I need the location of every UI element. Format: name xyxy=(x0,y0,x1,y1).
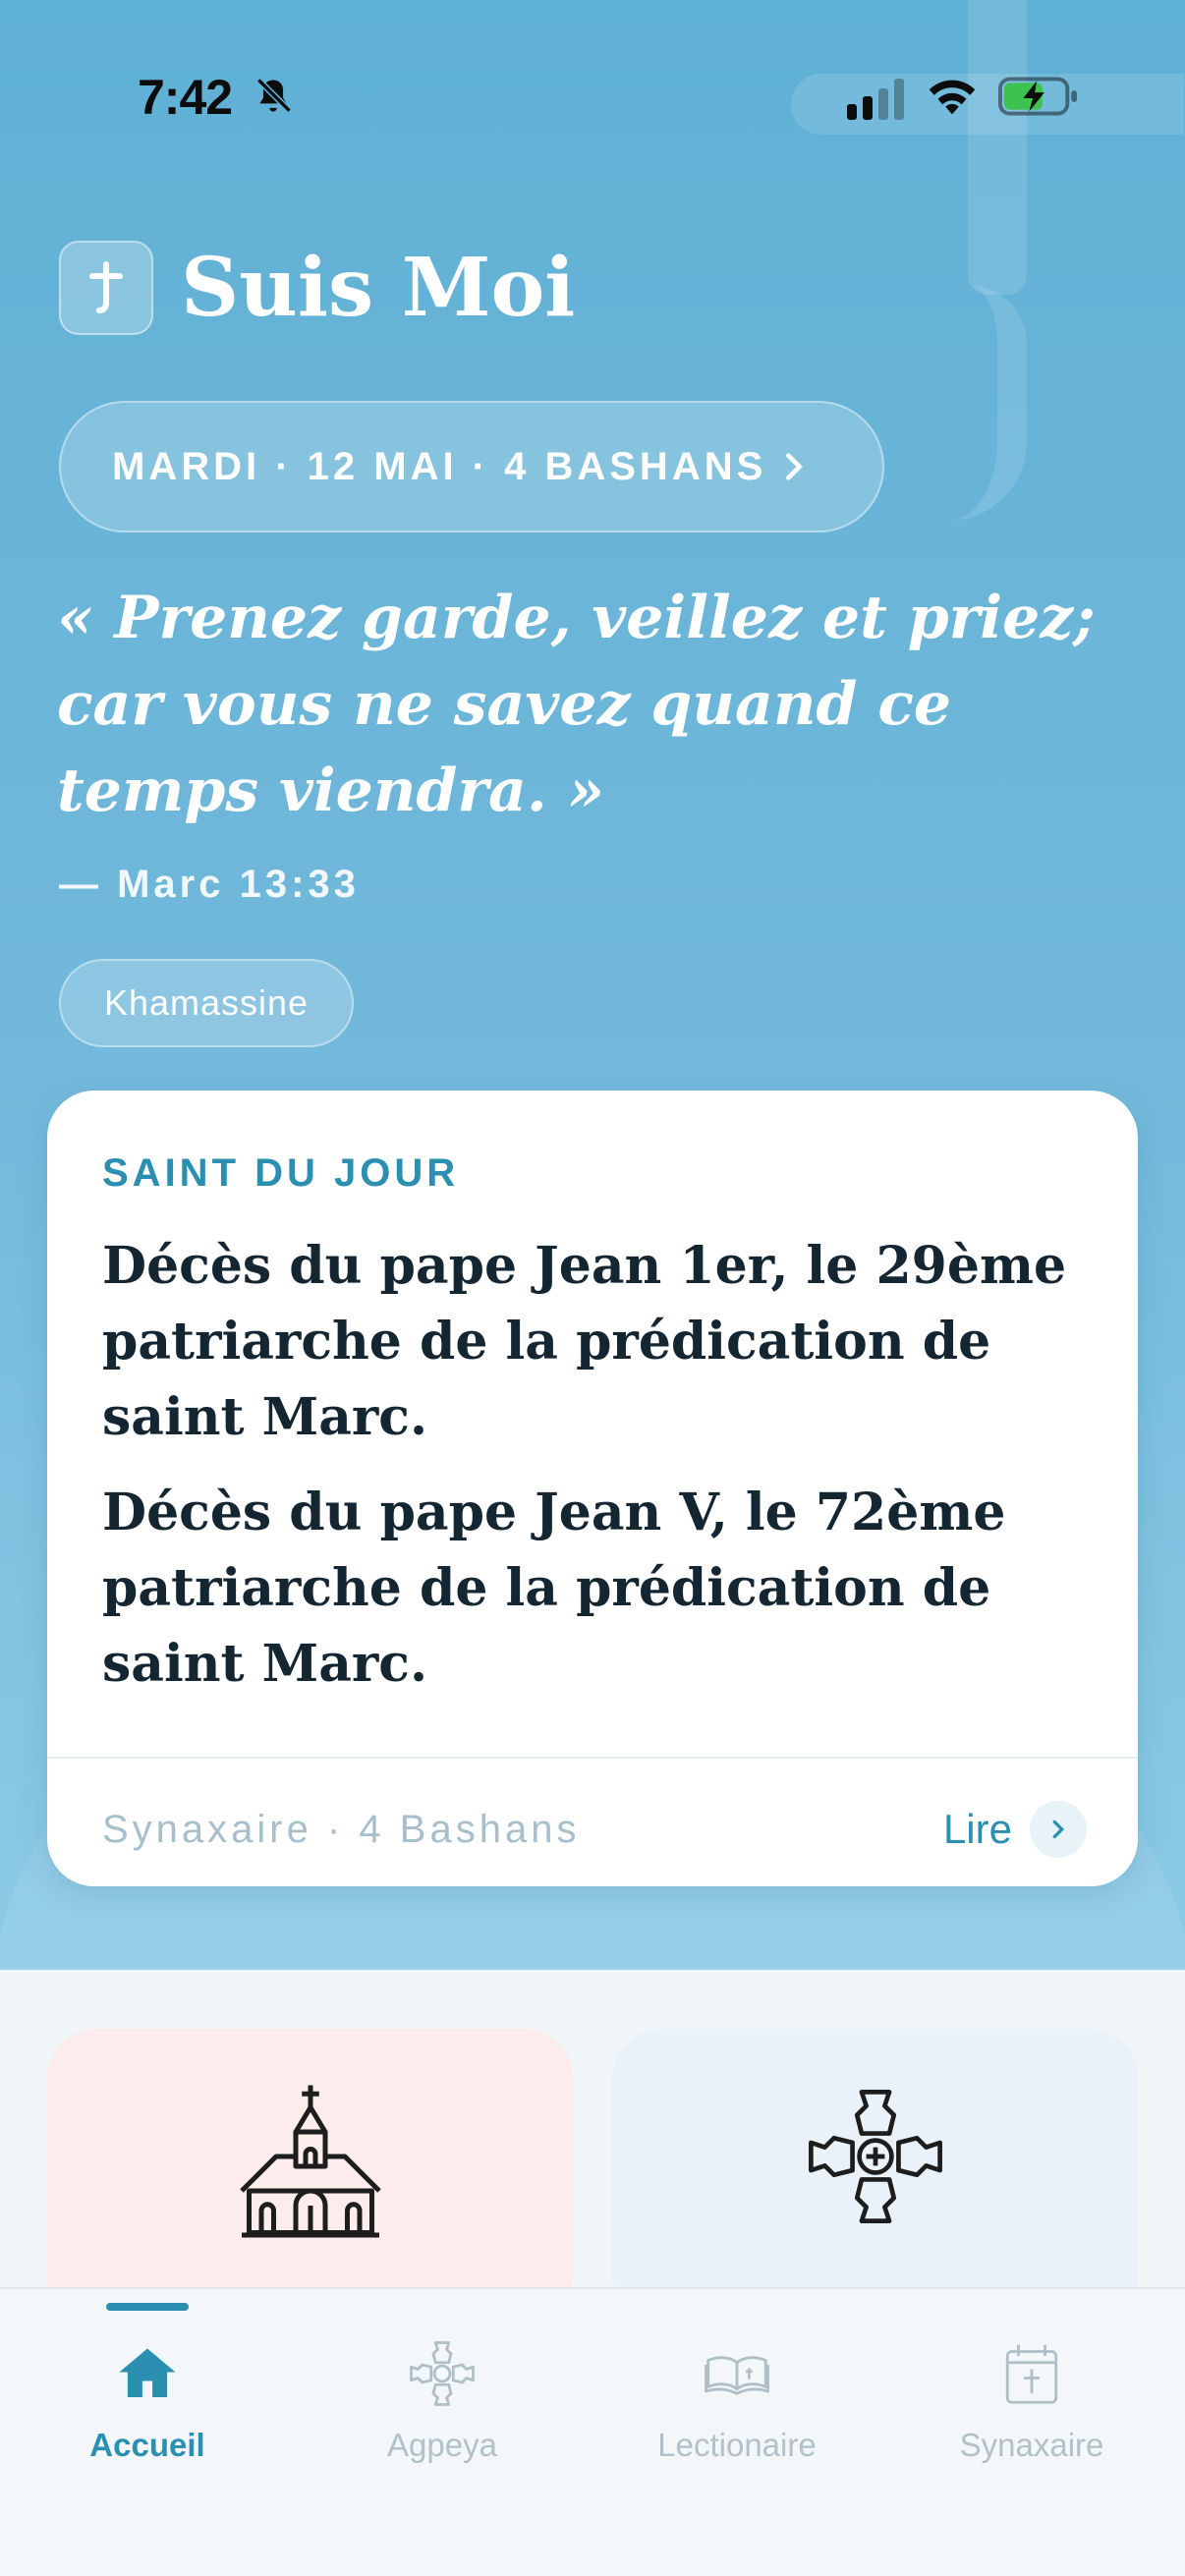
bell-muted-icon xyxy=(256,78,292,113)
open-book-icon xyxy=(705,2356,769,2395)
signal-icon xyxy=(847,79,904,120)
saint-entry: Décès du pape Jean V, le 72ème patriarch… xyxy=(102,1483,1006,1694)
tab-synaxaire[interactable]: Synaxaire xyxy=(884,2338,1179,2476)
coptic-cross-icon xyxy=(808,2090,942,2223)
tab-label: Lectionaire xyxy=(657,2427,817,2463)
tab-label: Synaxaire xyxy=(959,2427,1104,2463)
app-title: Suis Moi xyxy=(181,241,576,335)
tab-lectionaire[interactable]: Lectionaire xyxy=(590,2338,884,2476)
coptic-cross-icon xyxy=(410,2341,475,2406)
saint-card-footer: Synaxaire · 4 Bashans Lire xyxy=(102,1798,1087,1861)
date-label: MARDI · 12 MAI · 4 BASHANS xyxy=(112,444,767,488)
synaxaire-source: Synaxaire · 4 Bashans xyxy=(102,1807,581,1851)
calendar-cross-icon xyxy=(1005,2344,1058,2404)
church-tile[interactable] xyxy=(47,2029,573,2324)
saint-entries: Décès du pape Jean 1er, le 29ème patriar… xyxy=(102,1228,1095,1721)
chevron-right-icon xyxy=(1030,1801,1087,1858)
tab-label: Accueil xyxy=(89,2427,205,2463)
status-time: 7:42 xyxy=(138,70,233,125)
decorative-cross-shape xyxy=(968,0,1027,295)
verse-reference: — Marc 13:33 xyxy=(59,863,360,906)
home-icon xyxy=(119,2348,176,2397)
saint-entry: Décès du pape Jean 1er, le 29ème patriar… xyxy=(102,1236,1067,1447)
active-tab-indicator xyxy=(106,2303,189,2311)
wifi-icon xyxy=(929,80,976,115)
tab-label: Agpeya xyxy=(387,2427,497,2463)
saint-of-day-card[interactable]: SAINT DU JOUR Décès du pape Jean 1er, le… xyxy=(47,1091,1138,1886)
cross-icon xyxy=(89,261,123,313)
app-logo xyxy=(59,241,153,335)
tab-agpeya[interactable]: Agpeya xyxy=(295,2338,590,2476)
read-label: Lire xyxy=(942,1806,1012,1852)
bottom-tab-bar: Accueil Agpeya Lectionaire Synaxaire xyxy=(0,2287,1185,2576)
read-button[interactable]: Lire xyxy=(943,1801,1087,1858)
divider xyxy=(47,1757,1138,1759)
church-icon xyxy=(239,2085,381,2238)
date-selector-button[interactable]: MARDI · 12 MAI · 4 BASHANS xyxy=(59,401,884,532)
coptic-cross-tile[interactable] xyxy=(612,2029,1138,2324)
battery-charging-icon xyxy=(998,77,1078,116)
saint-card-label: SAINT DU JOUR xyxy=(102,1151,460,1195)
season-chip[interactable]: Khamassine xyxy=(59,959,354,1047)
verse-text: « Prenez garde, veillez et priez; car vo… xyxy=(57,584,1096,825)
tab-accueil[interactable]: Accueil xyxy=(0,2338,295,2476)
hero-header: 7:42 Suis Moi MARDI · 12 MAI · 4 BASHANS xyxy=(0,0,1185,1970)
chevron-right-icon xyxy=(786,453,804,480)
decorative-hook-shape xyxy=(948,285,1027,521)
